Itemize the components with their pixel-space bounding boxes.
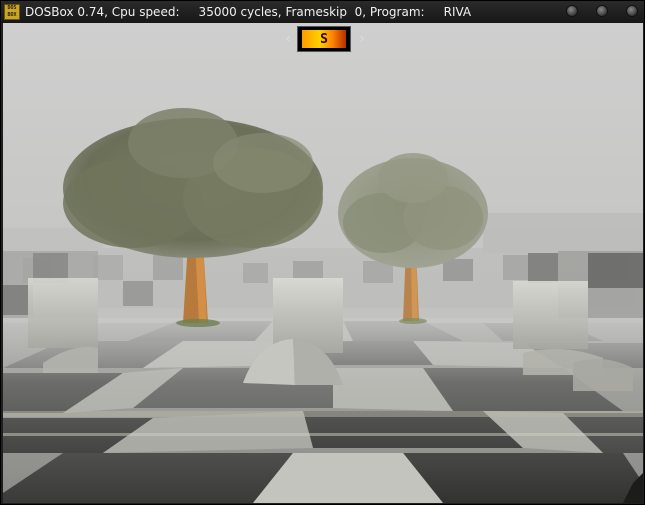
hud-indicator-label: S [302, 30, 346, 48]
window-title: DOSBox 0.74, Cpu speed: 35000 cycles, Fr… [25, 5, 472, 19]
chevron-left-icon: ‹ [285, 31, 291, 47]
window-controls [566, 5, 638, 17]
hud-indicator: ‹ S › [279, 26, 371, 52]
hud-panel: S [297, 26, 351, 52]
dosbox-app-icon[interactable]: DOS BOX [4, 4, 20, 20]
title-bar[interactable]: DOS BOX DOSBox 0.74, Cpu speed: 35000 cy… [1, 1, 644, 23]
game-viewport[interactable]: ‹ S › [3, 23, 643, 503]
dosbox-window: DOS BOX DOSBox 0.74, Cpu speed: 35000 cy… [0, 0, 645, 505]
game-scene [3, 23, 643, 503]
maximize-button[interactable] [596, 5, 608, 17]
chevron-right-icon: › [359, 31, 365, 47]
close-button[interactable] [626, 5, 638, 17]
icon-text-top: DOS [7, 5, 17, 11]
minimize-button[interactable] [566, 5, 578, 17]
icon-text-bottom: BOX [7, 12, 17, 18]
